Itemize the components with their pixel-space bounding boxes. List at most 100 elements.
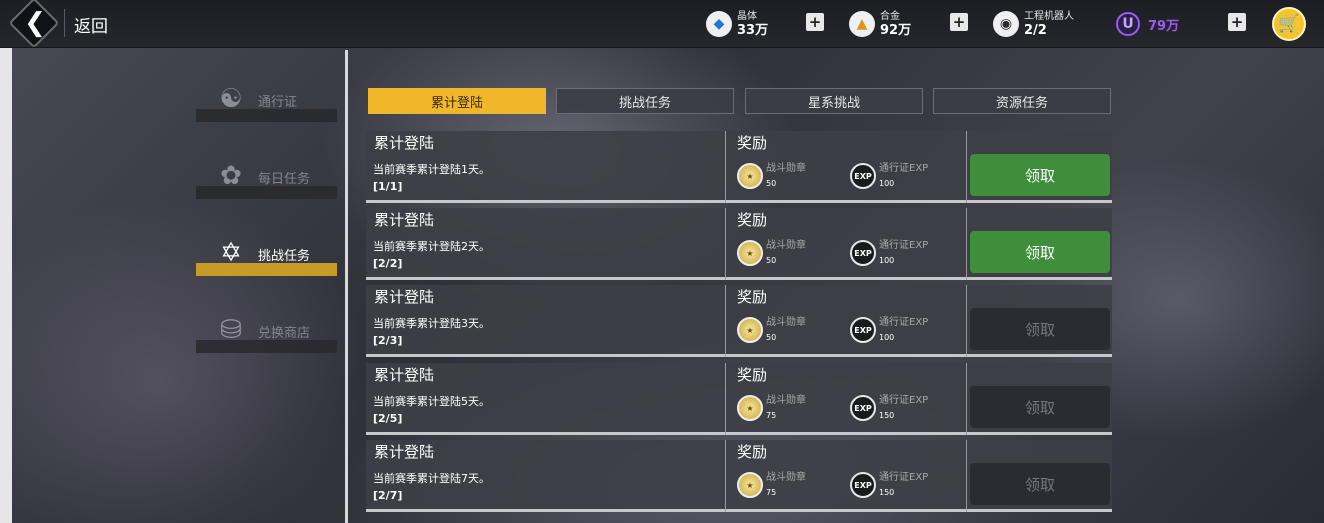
row-divider xyxy=(725,363,726,435)
medal-reward: ★ 战斗勋章 50 xyxy=(737,313,806,347)
alloy-value: 92万 xyxy=(880,22,912,38)
exp-icon: EXP xyxy=(850,395,876,421)
task-progress: [2/3] xyxy=(373,334,403,347)
reward-quantity: 100 xyxy=(879,333,895,342)
exp-reward: EXP 通行证EXP 150 xyxy=(850,468,928,502)
reward-quantity: 150 xyxy=(879,488,895,497)
reward-header: 奖励 xyxy=(737,443,768,461)
crystal-resource: ◆ 晶体 33万 xyxy=(706,8,768,40)
reward-quantity: 100 xyxy=(879,179,895,188)
nav-item-label: 兑换商店 xyxy=(258,326,311,341)
exp-reward: EXP 通行证EXP 100 xyxy=(850,313,928,347)
reward-quantity: 100 xyxy=(879,256,895,265)
claim-button[interactable]: 领取 xyxy=(970,463,1110,505)
nav-item-shop[interactable]: ⛁ 兑换商店 xyxy=(196,313,337,353)
row-divider xyxy=(725,440,726,512)
row-divider xyxy=(966,208,967,280)
tab-challenge-tasks[interactable]: 挑战任务 xyxy=(556,88,734,114)
currency-u-icon: U xyxy=(1116,12,1140,36)
crystal-label: 晶体 xyxy=(737,10,757,22)
alloy-label: 合金 xyxy=(880,10,900,22)
reward-quantity: 150 xyxy=(879,411,895,420)
shop-icon: ⛁ xyxy=(220,315,242,345)
left-edge-strip xyxy=(0,0,12,523)
reward-header: 奖励 xyxy=(737,211,768,229)
reward-name: 通行证EXP xyxy=(879,472,929,483)
add-crystal-button[interactable]: + xyxy=(806,13,824,31)
medal-reward: ★ 战斗勋章 50 xyxy=(737,236,806,270)
robot-value: 2/2 xyxy=(1024,22,1047,38)
claim-button[interactable]: 领取 xyxy=(970,154,1110,196)
tab-cumulative-login[interactable]: 累计登陆 xyxy=(368,88,546,114)
alloy-icon: ▲ xyxy=(849,11,875,37)
task-description: 当前赛季累计登陆7天。 xyxy=(373,472,490,485)
tab-resource-tasks[interactable]: 资源任务 xyxy=(933,88,1111,114)
nav-item-label: 挑战任务 xyxy=(258,249,311,264)
task-row: 累计登陆 当前赛季累计登陆3天。 [2/3] 奖励 ★ 战斗勋章 50 EXP … xyxy=(366,285,1112,357)
nav-divider xyxy=(345,50,348,523)
reward-name: 通行证EXP xyxy=(879,395,929,406)
battle-medal-icon: ★ xyxy=(737,317,763,343)
task-row: 累计登陆 当前赛季累计登陆2天。 [2/2] 奖励 ★ 战斗勋章 50 EXP … xyxy=(366,208,1112,280)
nav-item-label: 通行证 xyxy=(258,95,298,110)
exp-reward: EXP 通行证EXP 150 xyxy=(850,391,928,425)
task-progress: [2/2] xyxy=(373,257,403,270)
battle-medal-icon: ★ xyxy=(737,163,763,189)
top-bar: ❮ 返回 ◆ 晶体 33万 + ▲ 合金 92万 + ◉ 工程机器人 2/2 U… xyxy=(0,0,1324,49)
row-divider xyxy=(725,208,726,280)
task-title: 累计登陆 xyxy=(374,211,435,229)
task-progress: [2/7] xyxy=(373,489,403,502)
row-divider xyxy=(966,285,967,357)
claim-button[interactable]: 领取 xyxy=(970,386,1110,428)
exp-icon: EXP xyxy=(850,317,876,343)
pass-icon: ☯ xyxy=(219,84,243,114)
alloy-resource: ▲ 合金 92万 xyxy=(849,8,911,40)
nav-item-label: 每日任务 xyxy=(258,172,311,187)
add-alloy-button[interactable]: + xyxy=(950,13,968,31)
row-divider xyxy=(966,440,967,512)
task-title: 累计登陆 xyxy=(374,443,435,461)
currency-value: 79万 xyxy=(1148,18,1180,34)
robot-icon: ◉ xyxy=(993,11,1019,37)
battle-medal-icon: ★ xyxy=(737,395,763,421)
tab-galaxy-challenge[interactable]: 星系挑战 xyxy=(745,88,923,114)
task-title: 累计登陆 xyxy=(374,134,435,152)
row-divider xyxy=(725,285,726,357)
reward-name: 通行证EXP xyxy=(879,317,929,328)
reward-header: 奖励 xyxy=(737,288,768,306)
task-description: 当前赛季累计登陆1天。 xyxy=(373,163,490,176)
task-title: 累计登陆 xyxy=(374,366,435,384)
task-progress: [1/1] xyxy=(373,180,403,193)
task-row: 累计登陆 当前赛季累计登陆7天。 [2/7] 奖励 ★ 战斗勋章 75 EXP … xyxy=(366,440,1112,512)
nav-item-pass[interactable]: ☯ 通行证 xyxy=(196,82,337,122)
battle-medal-icon: ★ xyxy=(737,472,763,498)
reward-name: 战斗勋章 xyxy=(766,317,806,328)
robot-label: 工程机器人 xyxy=(1024,10,1074,22)
claim-button[interactable]: 领取 xyxy=(970,231,1110,273)
reward-name: 战斗勋章 xyxy=(766,472,806,483)
task-row: 累计登陆 当前赛季累计登陆5天。 [2/5] 奖励 ★ 战斗勋章 75 EXP … xyxy=(366,363,1112,435)
medal-reward: ★ 战斗勋章 75 xyxy=(737,468,806,502)
nav-item-daily[interactable]: ✿ 每日任务 xyxy=(196,159,337,199)
back-label[interactable]: 返回 xyxy=(74,12,108,37)
exp-icon: EXP xyxy=(850,472,876,498)
task-description: 当前赛季累计登陆5天。 xyxy=(373,395,490,408)
exp-reward: EXP 通行证EXP 100 xyxy=(850,159,928,193)
reward-name: 战斗勋章 xyxy=(766,395,806,406)
task-row: 累计登陆 当前赛季累计登陆1天。 [1/1] 奖励 ★ 战斗勋章 50 EXP … xyxy=(366,131,1112,203)
task-description: 当前赛季累计登陆2天。 xyxy=(373,240,490,253)
reward-quantity: 75 xyxy=(766,411,777,420)
exp-icon: EXP xyxy=(850,240,876,266)
reward-name: 战斗勋章 xyxy=(766,163,806,174)
reward-header: 奖励 xyxy=(737,366,768,384)
challenge-icon: ✡ xyxy=(220,238,242,268)
crystal-value: 33万 xyxy=(737,22,769,38)
shop-cart-icon[interactable]: 🛒 xyxy=(1272,7,1306,41)
claim-button[interactable]: 领取 xyxy=(970,308,1110,350)
nav-item-challenge[interactable]: ✡ 挑战任务 xyxy=(196,236,337,276)
back-arrow-icon[interactable]: ❮ xyxy=(18,6,52,40)
exp-reward: EXP 通行证EXP 100 xyxy=(850,236,928,270)
exp-icon: EXP xyxy=(850,163,876,189)
add-currency-button[interactable]: + xyxy=(1228,13,1246,31)
reward-header: 奖励 xyxy=(737,134,768,152)
